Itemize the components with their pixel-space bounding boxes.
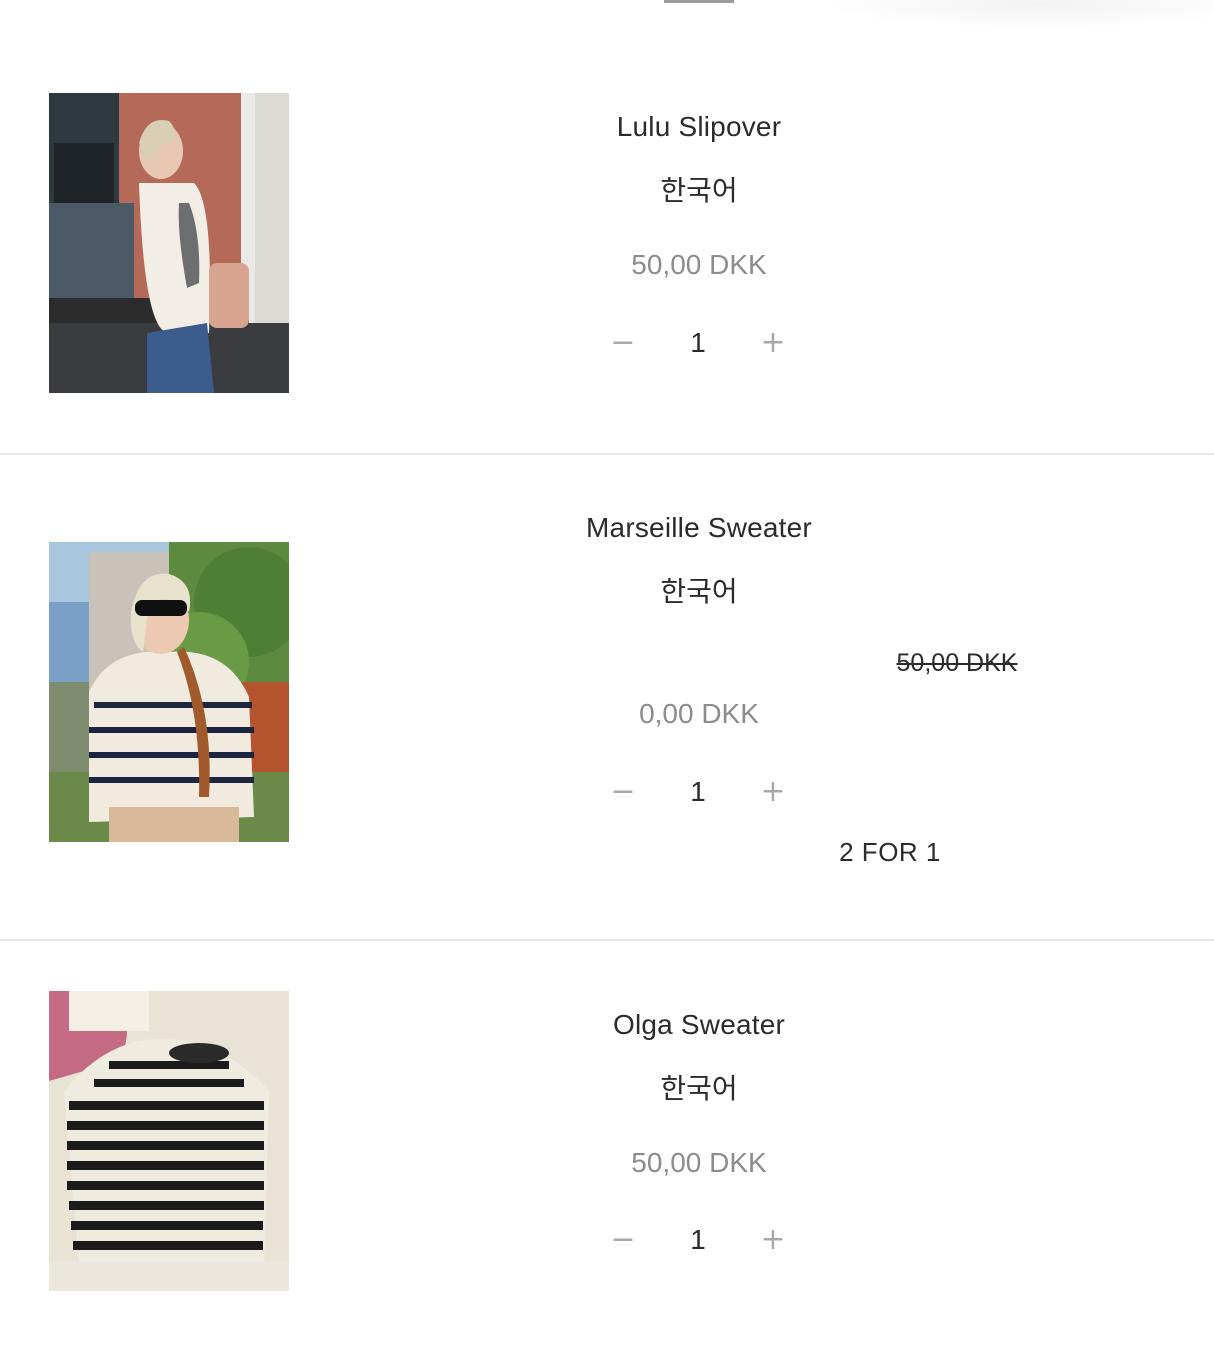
increase-quantity-button[interactable]: +	[750, 772, 796, 812]
cart-item-marseille-sweater: Marseille Sweater 한국어 50,00 DKK 0,00 DKK…	[0, 455, 1214, 940]
quantity-value[interactable]: 1	[660, 772, 736, 812]
product-image[interactable]	[49, 93, 289, 393]
product-language: 한국어	[660, 1072, 738, 1105]
decrease-quantity-button[interactable]: −	[600, 1220, 646, 1260]
product-price: 50,00 DKK	[631, 249, 767, 280]
quantity-stepper: − 1 +	[600, 772, 796, 812]
quantity-value[interactable]: 1	[660, 323, 736, 363]
decrease-quantity-button[interactable]: −	[600, 323, 646, 363]
increase-quantity-button[interactable]: +	[750, 1220, 796, 1260]
quantity-stepper: − 1 +	[600, 323, 796, 363]
product-image[interactable]	[49, 542, 289, 842]
product-title[interactable]: Olga Sweater	[400, 1009, 998, 1041]
original-price: 50,00 DKK	[896, 649, 1018, 677]
cart-item-olga-sweater: Olga Sweater 한국어 50,00 DKK − 1 +	[0, 941, 1214, 1350]
quantity-stepper: − 1 +	[600, 1220, 796, 1260]
increase-quantity-button[interactable]: +	[750, 323, 796, 363]
product-image[interactable]	[49, 991, 289, 1291]
quantity-value[interactable]: 1	[660, 1220, 736, 1260]
product-photo-olga	[49, 991, 289, 1291]
product-price: 50,00 DKK	[631, 1147, 767, 1178]
product-photo-lulu	[49, 93, 289, 393]
product-title[interactable]: Lulu Slipover	[400, 111, 998, 143]
product-price: 0,00 DKK	[639, 698, 759, 729]
decrease-quantity-button[interactable]: −	[600, 772, 646, 812]
product-language: 한국어	[660, 174, 738, 207]
promo-label: 2 FOR 1	[839, 837, 941, 867]
cart-item-lulu-slipover: Lulu Slipover 한국어 50,00 DKK − 1 +	[0, 0, 1214, 455]
product-photo-marseille	[49, 542, 289, 842]
product-language: 한국어	[660, 575, 738, 608]
product-title[interactable]: Marseille Sweater	[400, 512, 998, 544]
